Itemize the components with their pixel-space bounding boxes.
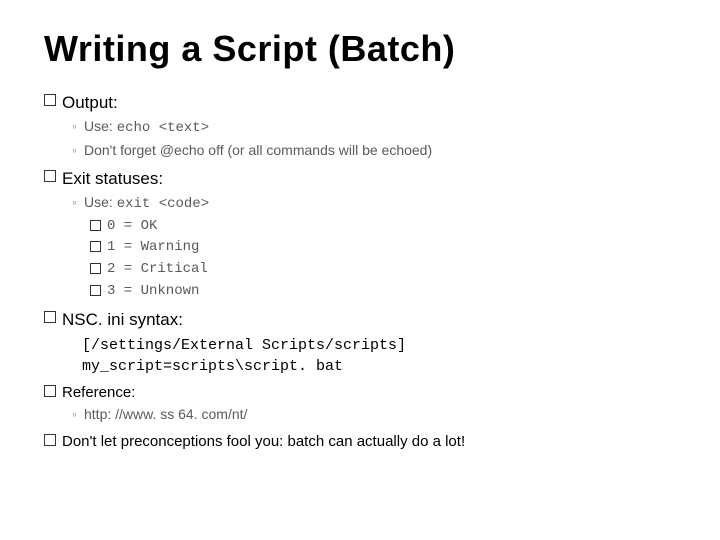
exit-code-3-text: 3 = Unknown [107, 281, 199, 303]
exit-code-3: 3 = Unknown [90, 281, 676, 303]
exit-code-1: 1 = Warning [90, 237, 676, 259]
bullet-square-icon [90, 285, 101, 296]
output-echo-off-item: Don't forget @echo off (or all commands … [72, 140, 676, 162]
exit-heading-item: Exit statuses: [44, 166, 676, 192]
exit-code-2: 2 = Critical [90, 259, 676, 281]
exit-code-0-text: 0 = OK [107, 216, 157, 238]
output-use-label: Use: [84, 118, 117, 134]
nsc-heading-item: NSC. ini syntax: [44, 307, 676, 333]
nsc-code-line-2: my_script=scripts\script. bat [82, 356, 676, 377]
closing-text: Don't let preconceptions fool you: batch… [62, 430, 465, 453]
bullet-square-icon [44, 311, 56, 323]
exit-code-2-text: 2 = Critical [107, 259, 208, 281]
slide-title: Writing a Script (Batch) [44, 28, 676, 70]
slide: Writing a Script (Batch) Output: Use: ec… [0, 0, 720, 540]
reference-url-item: http: //www. ss 64. com/nt/ [72, 404, 676, 426]
output-use-item: Use: echo <text> [72, 116, 676, 140]
nsc-heading: NSC. ini syntax: [62, 307, 183, 333]
nsc-codeblock: [/settings/External Scripts/scripts] my_… [82, 335, 676, 377]
exit-use-code: exit <code> [117, 196, 209, 212]
bullet-square-icon [44, 94, 56, 106]
bullet-square-icon [90, 220, 101, 231]
slide-body: Output: Use: echo <text> Don't forget @e… [44, 90, 676, 453]
bullet-square-icon [44, 170, 56, 182]
output-use-code: echo <text> [117, 120, 209, 136]
exit-code-1-text: 1 = Warning [107, 237, 199, 259]
exit-code-0: 0 = OK [90, 216, 676, 238]
reference-heading: Reference: [62, 381, 135, 404]
bullet-square-icon [44, 385, 56, 397]
closing-item: Don't let preconceptions fool you: batch… [44, 430, 676, 453]
exit-heading: Exit statuses: [62, 166, 163, 192]
bullet-square-icon [90, 241, 101, 252]
reference-heading-item: Reference: [44, 381, 676, 404]
bullet-square-icon [44, 434, 56, 446]
nsc-code-line-1: [/settings/External Scripts/scripts] [82, 335, 676, 356]
output-heading: Output: [62, 90, 118, 116]
bullet-square-icon [90, 263, 101, 274]
output-heading-item: Output: [44, 90, 676, 116]
exit-use-item: Use: exit <code> [72, 192, 676, 216]
exit-use-label: Use: [84, 194, 117, 210]
